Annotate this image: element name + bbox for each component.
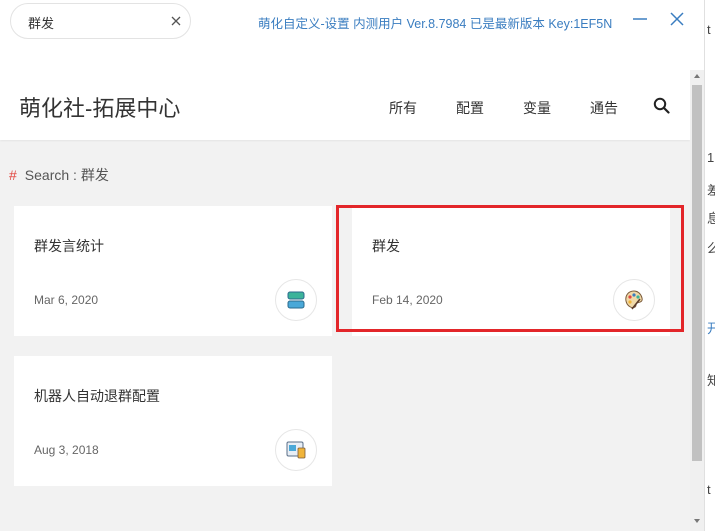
- background-text: 知: [707, 370, 715, 389]
- background-text: 开: [707, 318, 715, 337]
- card-date: Mar 6, 2020: [34, 293, 99, 307]
- extension-card[interactable]: 机器人自动退群配置 Aug 3, 2018: [14, 356, 332, 486]
- window-icon: [286, 441, 306, 459]
- site-title: 萌化社-拓展中心: [19, 96, 181, 121]
- scroll-up-icon[interactable]: [692, 70, 702, 82]
- background-text: 么: [707, 238, 715, 257]
- card-title: 机器人自动退群配置: [34, 388, 160, 404]
- palette-icon: [625, 290, 643, 310]
- background-text: 1: [707, 150, 715, 165]
- search-box[interactable]: [10, 3, 191, 39]
- background-text: 息: [707, 208, 715, 227]
- breadcrumb-text: Search : 群发: [24, 167, 109, 183]
- nav-all[interactable]: 所有: [389, 98, 417, 118]
- title-bar: 萌化自定义-设置 内测用户 Ver.8.7984 已是最新版本 Key:1EF5…: [0, 0, 715, 44]
- version-status: 萌化自定义-设置 内测用户 Ver.8.7984 已是最新版本 Key:1EF5…: [258, 17, 613, 31]
- background-text: t: [707, 482, 711, 497]
- minimize-icon[interactable]: [630, 9, 650, 29]
- scrollbar-thumb[interactable]: [692, 85, 702, 461]
- search-input[interactable]: [28, 13, 158, 31]
- site-header: 萌化社-拓展中心 所有 配置 变量 通告: [0, 44, 690, 140]
- scroll-down-icon[interactable]: [692, 515, 702, 527]
- card-title: 群发言统计: [34, 238, 104, 254]
- hash-mark: #: [9, 167, 17, 183]
- close-icon[interactable]: [667, 9, 687, 29]
- extension-card[interactable]: 群发 Feb 14, 2020: [352, 206, 670, 336]
- nav-notices[interactable]: 通告: [590, 98, 618, 118]
- search-icon[interactable]: [653, 97, 670, 114]
- main-panel: 萌化社-拓展中心 所有 配置 变量 通告 # Search : 群发 群发言统计 …: [0, 44, 690, 531]
- card-icon-wrap: [275, 429, 317, 471]
- clear-search-icon[interactable]: [167, 12, 185, 30]
- extension-card[interactable]: 群发言统计 Mar 6, 2020: [14, 206, 332, 336]
- card-date: Aug 3, 2018: [34, 443, 99, 457]
- stack-icon: [287, 291, 305, 309]
- card-icon-wrap: [275, 279, 317, 321]
- card-title: 群发: [372, 238, 400, 254]
- background-text: t: [707, 22, 711, 37]
- breadcrumb: # Search : 群发: [9, 165, 109, 185]
- card-icon-wrap: [613, 279, 655, 321]
- background-window: t 1 差 息 么 开 知 t: [704, 0, 715, 531]
- nav-config[interactable]: 配置: [456, 98, 484, 118]
- card-date: Feb 14, 2020: [372, 293, 443, 307]
- background-text: 差: [707, 180, 715, 199]
- nav-variables[interactable]: 变量: [523, 98, 551, 118]
